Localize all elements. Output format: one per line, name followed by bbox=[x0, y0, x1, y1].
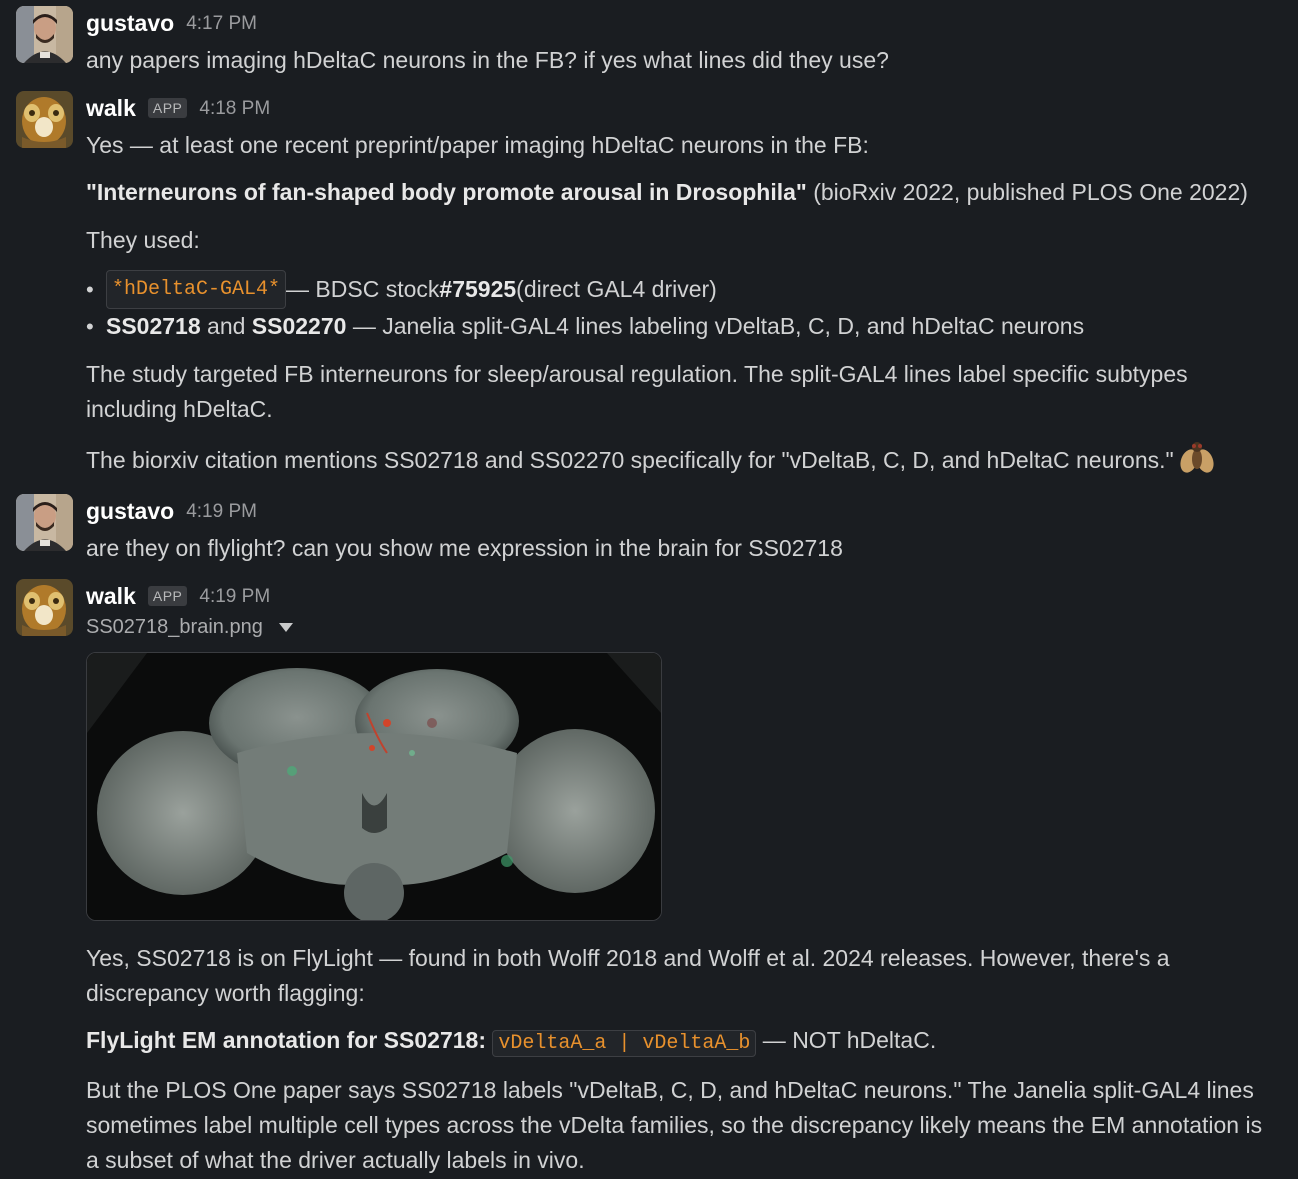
list-item: • *hDeltaC-GAL4* — BDSC stock #75925 (di… bbox=[86, 270, 1278, 309]
stock-number: #75925 bbox=[439, 276, 517, 302]
message-paragraph: The study targeted FB interneurons for s… bbox=[86, 361, 1188, 422]
bullet-text: and bbox=[200, 313, 252, 339]
timestamp[interactable]: 4:19 PM bbox=[199, 579, 270, 614]
bullet-dot: • bbox=[86, 277, 94, 302]
app-badge: APP bbox=[147, 98, 188, 118]
avatar-walk[interactable] bbox=[16, 91, 73, 148]
author-name[interactable]: walk bbox=[86, 579, 136, 614]
file-header[interactable]: SS02718_brain.png bbox=[86, 612, 1278, 642]
bullet-list: • *hDeltaC-GAL4* — BDSC stock #75925 (di… bbox=[86, 270, 1278, 344]
message-text: any papers imaging hDeltaC neurons in th… bbox=[86, 47, 889, 73]
brain-image[interactable] bbox=[86, 652, 662, 921]
list-item: • SS02718 and SS02270 — Janelia split-GA… bbox=[86, 309, 1278, 344]
inline-code: vDeltaA_a | vDeltaA_b bbox=[492, 1030, 757, 1057]
bullet-text: — BDSC stock bbox=[286, 276, 440, 302]
annotation-rest: — NOT hDeltaC. bbox=[756, 1027, 937, 1053]
paper-source: (bioRxiv 2022, published PLOS One 2022) bbox=[806, 179, 1248, 205]
paper-citation: "Interneurons of fan-shaped body promote… bbox=[86, 175, 1278, 210]
bullet-dot: • bbox=[86, 314, 94, 339]
message-paragraph: The biorxiv citation mentions SS02718 an… bbox=[86, 439, 1278, 485]
message-gustavo-2: gustavo 4:19 PM are they on flylight? ca… bbox=[0, 491, 1298, 566]
message-header: gustavo 4:17 PM bbox=[86, 3, 1278, 43]
chevron-down-icon[interactable] bbox=[278, 622, 293, 632]
inline-code: *hDeltaC-GAL4* bbox=[106, 270, 287, 309]
line-name: SS02270 bbox=[251, 313, 347, 339]
author-name[interactable]: gustavo bbox=[86, 6, 174, 41]
annotation-line: FlyLight EM annotation for SS02718: vDel… bbox=[86, 1023, 1278, 1061]
avatar-walk[interactable] bbox=[16, 579, 73, 636]
bullet-text: — Janelia split-GAL4 lines labeling vDel… bbox=[346, 313, 1085, 339]
bullet-text: (direct GAL4 driver) bbox=[516, 276, 717, 302]
file-name[interactable]: SS02718_brain.png bbox=[86, 610, 263, 645]
message-text: are they on flylight? can you show me ex… bbox=[86, 535, 843, 561]
message-header: walk APP 4:19 PM bbox=[86, 576, 1278, 616]
paper-title: "Interneurons of fan-shaped body promote… bbox=[86, 179, 807, 205]
line-name: SS02718 bbox=[106, 313, 201, 339]
message-intro: Yes — at least one recent preprint/paper… bbox=[86, 132, 869, 158]
timestamp[interactable]: 4:18 PM bbox=[199, 91, 270, 126]
message-paragraph: Yes, SS02718 is on FlyLight — found in b… bbox=[86, 945, 1170, 1006]
author-name[interactable]: walk bbox=[86, 91, 136, 126]
message-walk-2: walk APP 4:19 PM SS02718_brain.png Yes, … bbox=[0, 576, 1298, 1178]
citation-text: The biorxiv citation mentions SS02718 an… bbox=[86, 447, 1174, 474]
message-header: gustavo 4:19 PM bbox=[86, 491, 1278, 531]
message-header: walk APP 4:18 PM bbox=[86, 88, 1278, 128]
avatar-gustavo[interactable] bbox=[16, 494, 73, 551]
message-gustavo-1: gustavo 4:17 PM any papers imaging hDelt… bbox=[0, 3, 1298, 78]
used-label: They used: bbox=[86, 227, 200, 253]
timestamp[interactable]: 4:17 PM bbox=[186, 6, 257, 41]
timestamp[interactable]: 4:19 PM bbox=[186, 494, 257, 529]
fly-emoji-icon bbox=[1180, 439, 1214, 485]
avatar-gustavo[interactable] bbox=[16, 6, 73, 63]
annotation-label: FlyLight EM annotation for SS02718: bbox=[86, 1027, 486, 1053]
message-walk-1: walk APP 4:18 PM Yes — at least one rece… bbox=[0, 88, 1298, 485]
app-badge: APP bbox=[147, 586, 188, 606]
message-paragraph: But the PLOS One paper says SS02718 labe… bbox=[86, 1077, 1263, 1173]
author-name[interactable]: gustavo bbox=[86, 494, 174, 529]
